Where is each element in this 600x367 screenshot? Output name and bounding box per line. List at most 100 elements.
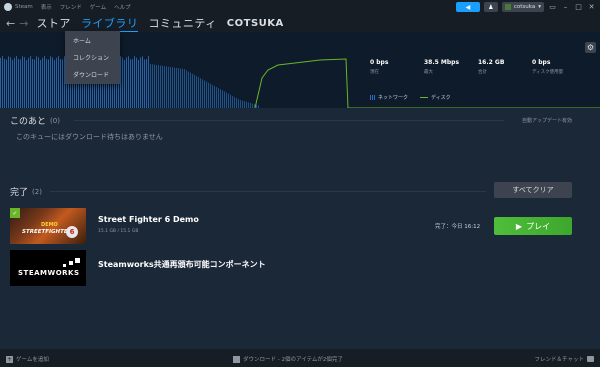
network-bar [166, 66, 167, 108]
network-bar [46, 59, 47, 108]
network-bar [164, 66, 165, 108]
network-bar [206, 81, 207, 108]
network-bar [256, 104, 257, 108]
legend-network: ネットワーク [378, 95, 409, 101]
megaphone-icon: ◀ [465, 3, 471, 11]
network-bar [250, 103, 251, 108]
network-bar [40, 59, 41, 108]
tab-store[interactable]: ストア [36, 15, 71, 31]
network-bar [22, 56, 23, 108]
account-menu[interactable]: cotsuka ▾ [501, 2, 544, 12]
username: cotsuka [513, 4, 536, 10]
graph-legend: ネットワーク ディスク [370, 94, 451, 101]
network-bar [248, 102, 249, 108]
clear-all-button[interactable]: すべてクリア [494, 182, 572, 198]
network-bar [60, 59, 61, 108]
network-bar [210, 83, 211, 108]
dropdown-item-home[interactable]: ホーム [65, 32, 120, 49]
graph-stats: 0 bps 現在 38.5 Mbps 最大 16.2 GB 合計 0 bps デ… [370, 59, 586, 75]
network-bar [18, 58, 19, 108]
network-bar [240, 100, 241, 108]
tab-profile[interactable]: COTSUKA [227, 18, 284, 29]
network-bar [252, 103, 253, 108]
network-bar [244, 101, 245, 108]
network-bar [202, 79, 203, 108]
network-bar [154, 64, 155, 108]
dropdown-item-collections[interactable]: コレクション [65, 49, 120, 66]
network-bar [208, 82, 209, 108]
up-next-count: (0) [50, 116, 60, 125]
maximize-icon[interactable]: □ [574, 3, 583, 11]
network-bar [48, 59, 49, 108]
menu-view[interactable]: 表示 [41, 3, 52, 11]
menu-steam[interactable]: Steam [15, 4, 33, 10]
steam-logo-icon [4, 3, 12, 11]
disk-legend-icon [420, 97, 429, 98]
network-bar [174, 67, 175, 108]
network-bar [14, 57, 15, 108]
network-bar [36, 56, 37, 108]
network-bar [228, 93, 229, 108]
network-bar [180, 68, 181, 108]
back-arrow-icon[interactable]: ← [6, 17, 15, 30]
divider [50, 191, 486, 192]
network-bar [176, 67, 177, 108]
network-bar [146, 59, 147, 108]
stat-current: 0 bps 現在 [370, 59, 389, 75]
network-bar [56, 57, 57, 108]
downloads-status[interactable]: ダウンロード - 2個のアイテムが2個完了 [233, 355, 343, 363]
download-size: 15.1 GB / 15.1 GB [98, 229, 139, 234]
network-bar [172, 67, 173, 108]
network-bar [30, 56, 31, 108]
network-bar [26, 59, 27, 108]
library-dropdown: ホーム コレクション ダウンロード [65, 31, 120, 84]
gear-icon[interactable]: ⚙ [585, 42, 596, 53]
stat-peak: 38.5 Mbps 最大 [424, 59, 460, 75]
network-bar [152, 64, 153, 108]
menu-games[interactable]: ゲーム [90, 3, 106, 11]
friends-chat-button[interactable]: フレンド＆チャット [535, 355, 594, 363]
network-bar [138, 59, 139, 108]
network-bar [134, 56, 135, 108]
network-bar [4, 58, 5, 108]
network-bar [150, 64, 151, 108]
plus-icon: + [6, 355, 13, 363]
notification-button[interactable]: ♟ [483, 2, 498, 12]
completed-time: 完了：今日 16:12 [435, 224, 481, 230]
network-bar [12, 59, 13, 108]
menu-friends[interactable]: フレンド [60, 3, 82, 11]
forward-arrow-icon[interactable]: → [19, 17, 28, 30]
network-bar [218, 88, 219, 108]
game-thumbnail[interactable]: ✓ DEMO STREETFIGHTER 6 [10, 208, 86, 244]
tab-library[interactable]: ライブラリ [80, 15, 139, 32]
network-legend-icon [370, 95, 375, 100]
close-icon[interactable]: ✕ [587, 3, 596, 11]
network-bar [226, 92, 227, 108]
tab-community[interactable]: コミュニティ [148, 15, 216, 31]
big-picture-icon[interactable]: ▭ [548, 3, 557, 11]
minimize-icon[interactable]: – [561, 3, 570, 11]
network-bar [24, 57, 25, 108]
network-bar [230, 94, 231, 108]
network-bar [186, 70, 187, 108]
dropdown-item-downloads[interactable]: ダウンロード [65, 66, 120, 83]
steamworks-thumbnail[interactable]: STEAMWORKS [10, 250, 86, 286]
network-bar [20, 59, 21, 108]
network-bar [258, 105, 259, 108]
menu-help[interactable]: ヘルプ [114, 3, 131, 11]
network-bar [188, 71, 189, 108]
network-bar [120, 56, 121, 108]
network-bar [200, 78, 201, 108]
add-game-button[interactable]: + ゲームを追加 [6, 355, 49, 363]
check-icon: ✓ [10, 208, 20, 218]
avatar [504, 4, 511, 10]
network-bar [194, 74, 195, 108]
network-bar [192, 73, 193, 108]
announcement-button[interactable]: ◀ [455, 2, 480, 12]
network-bar [28, 57, 29, 108]
network-bar [38, 57, 39, 108]
play-button[interactable]: ▶ プレイ [494, 217, 572, 235]
game-title[interactable]: Street Fighter 6 Demo [98, 215, 199, 224]
game-title[interactable]: Steamworks共通再頒布可能コンポーネント [98, 259, 266, 270]
network-bar [232, 95, 233, 108]
